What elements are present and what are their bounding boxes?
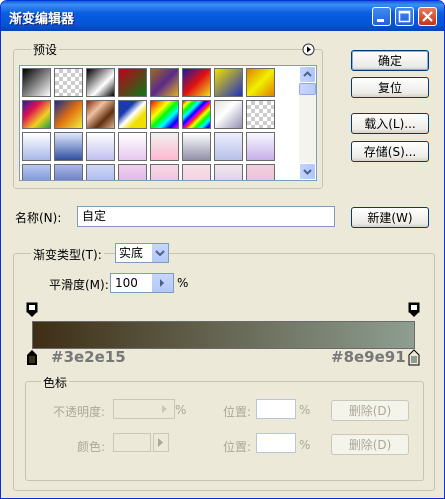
chevron-up-icon <box>303 71 312 77</box>
chevron-right-icon <box>158 438 163 447</box>
opacity-unit: % <box>175 403 187 417</box>
save-button[interactable]: 存储(S)... <box>351 141 429 162</box>
preset-swatch[interactable] <box>54 68 83 97</box>
name-label: 名称(N): <box>15 211 62 225</box>
smoothness-label: 平滑度(M): <box>49 278 109 292</box>
preset-swatch[interactable] <box>54 132 83 161</box>
dialog-client: 预设 确定 复位 载入(L)... 存储(S)... 名称(N): 自定 新建(… <box>5 31 440 494</box>
presets-menu-icon[interactable] <box>302 43 315 56</box>
smoothness-value: 100 <box>115 276 138 290</box>
opacity-position-input[interactable] <box>256 399 296 419</box>
preset-swatch[interactable] <box>118 68 147 97</box>
color-stop-right-icon[interactable] <box>408 349 420 366</box>
load-button[interactable]: 载入(L)... <box>351 113 429 134</box>
scroll-thumb[interactable] <box>299 83 316 95</box>
minimize-icon <box>377 19 384 22</box>
preset-swatch[interactable] <box>118 164 147 180</box>
preset-swatch[interactable] <box>246 164 275 180</box>
color-menu-button[interactable] <box>153 433 169 452</box>
gradient-type-label: 渐变类型(T): <box>31 246 104 263</box>
opacity-position-label: 位置: <box>223 405 252 419</box>
preset-swatch[interactable] <box>246 132 275 161</box>
preset-swatch[interactable] <box>54 164 83 180</box>
smoothness-unit: % <box>177 276 189 290</box>
preset-swatch[interactable] <box>118 100 147 129</box>
preset-swatch[interactable] <box>54 100 83 129</box>
opacity-delete-button[interactable]: 删除(D) <box>331 400 409 421</box>
color-position-label: 位置: <box>223 440 252 454</box>
preset-swatch[interactable] <box>182 100 211 129</box>
preset-swatch[interactable] <box>182 164 211 180</box>
preset-swatch[interactable] <box>150 164 179 180</box>
window-title: 渐变编辑器 <box>9 12 75 27</box>
preset-swatch[interactable] <box>214 164 243 180</box>
name-input[interactable]: 自定 <box>77 206 335 227</box>
preset-swatch[interactable] <box>214 68 243 97</box>
preset-swatch[interactable] <box>150 100 179 129</box>
presets-list[interactable] <box>19 65 317 181</box>
stops-group <box>25 381 424 481</box>
opacity-position-unit: % <box>299 403 311 417</box>
scroll-down-button[interactable] <box>299 163 316 180</box>
color-swatch-input[interactable] <box>113 433 151 452</box>
maximize-icon <box>398 10 411 23</box>
chevron-right-icon <box>160 279 164 287</box>
close-button[interactable] <box>418 7 437 26</box>
gradient-type-value: 实底 <box>119 246 144 260</box>
preset-swatch[interactable] <box>22 68 51 97</box>
preset-swatch[interactable] <box>150 68 179 97</box>
stops-group-label: 色标 <box>41 374 70 391</box>
color-label: 颜色: <box>77 440 106 454</box>
preset-swatch[interactable] <box>86 132 115 161</box>
color-position-input[interactable] <box>256 433 296 453</box>
preset-swatch[interactable] <box>150 132 179 161</box>
chevron-down-icon <box>155 250 165 257</box>
preset-swatch[interactable] <box>246 100 275 129</box>
dropdown-button[interactable] <box>152 244 168 262</box>
preset-swatch[interactable] <box>214 100 243 129</box>
color-stop-left-icon[interactable] <box>26 349 38 366</box>
end-color-label: #8e9e91 <box>331 348 406 366</box>
reset-button[interactable]: 复位 <box>351 77 429 98</box>
maximize-button[interactable] <box>395 7 414 26</box>
preset-swatch[interactable] <box>86 164 115 180</box>
start-color-label: #3e2e15 <box>51 348 126 366</box>
ok-button[interactable]: 确定 <box>351 50 429 71</box>
gradient-type-select[interactable]: 实底 <box>115 243 169 263</box>
color-position-unit: % <box>299 438 311 452</box>
chevron-down-icon <box>303 169 312 175</box>
gradient-preview-bar[interactable] <box>32 321 415 349</box>
preset-swatch[interactable] <box>214 132 243 161</box>
preset-swatch[interactable] <box>246 68 275 97</box>
opacity-stop-left-icon[interactable] <box>26 302 38 318</box>
new-button[interactable]: 新建(W) <box>351 207 429 228</box>
presets-scrollbar[interactable] <box>299 66 316 180</box>
preset-swatch[interactable] <box>22 164 51 180</box>
gradient-editor-window: 渐变编辑器 预设 确定 复位 载入(L)... 存储(S)... 名称(N): … <box>0 0 445 499</box>
preset-swatch[interactable] <box>182 132 211 161</box>
opacity-stop-right-icon[interactable] <box>408 302 420 318</box>
smoothness-slider-button[interactable] <box>152 274 173 292</box>
preset-swatch[interactable] <box>22 100 51 129</box>
preset-swatch[interactable] <box>22 132 51 161</box>
scroll-up-button[interactable] <box>299 66 316 83</box>
title-bar[interactable]: 渐变编辑器 <box>1 1 444 31</box>
opacity-label: 不透明度: <box>53 405 106 419</box>
preset-swatch[interactable] <box>86 100 115 129</box>
close-icon <box>422 11 433 22</box>
chevron-right-icon <box>162 405 167 413</box>
opacity-input[interactable] <box>113 399 175 419</box>
minimize-button[interactable] <box>372 7 391 26</box>
preset-swatch[interactable] <box>86 68 115 97</box>
presets-label: 预设 <box>31 41 60 58</box>
color-delete-button[interactable]: 删除(D) <box>331 434 409 455</box>
preset-swatch[interactable] <box>182 68 211 97</box>
preset-swatch[interactable] <box>118 132 147 161</box>
